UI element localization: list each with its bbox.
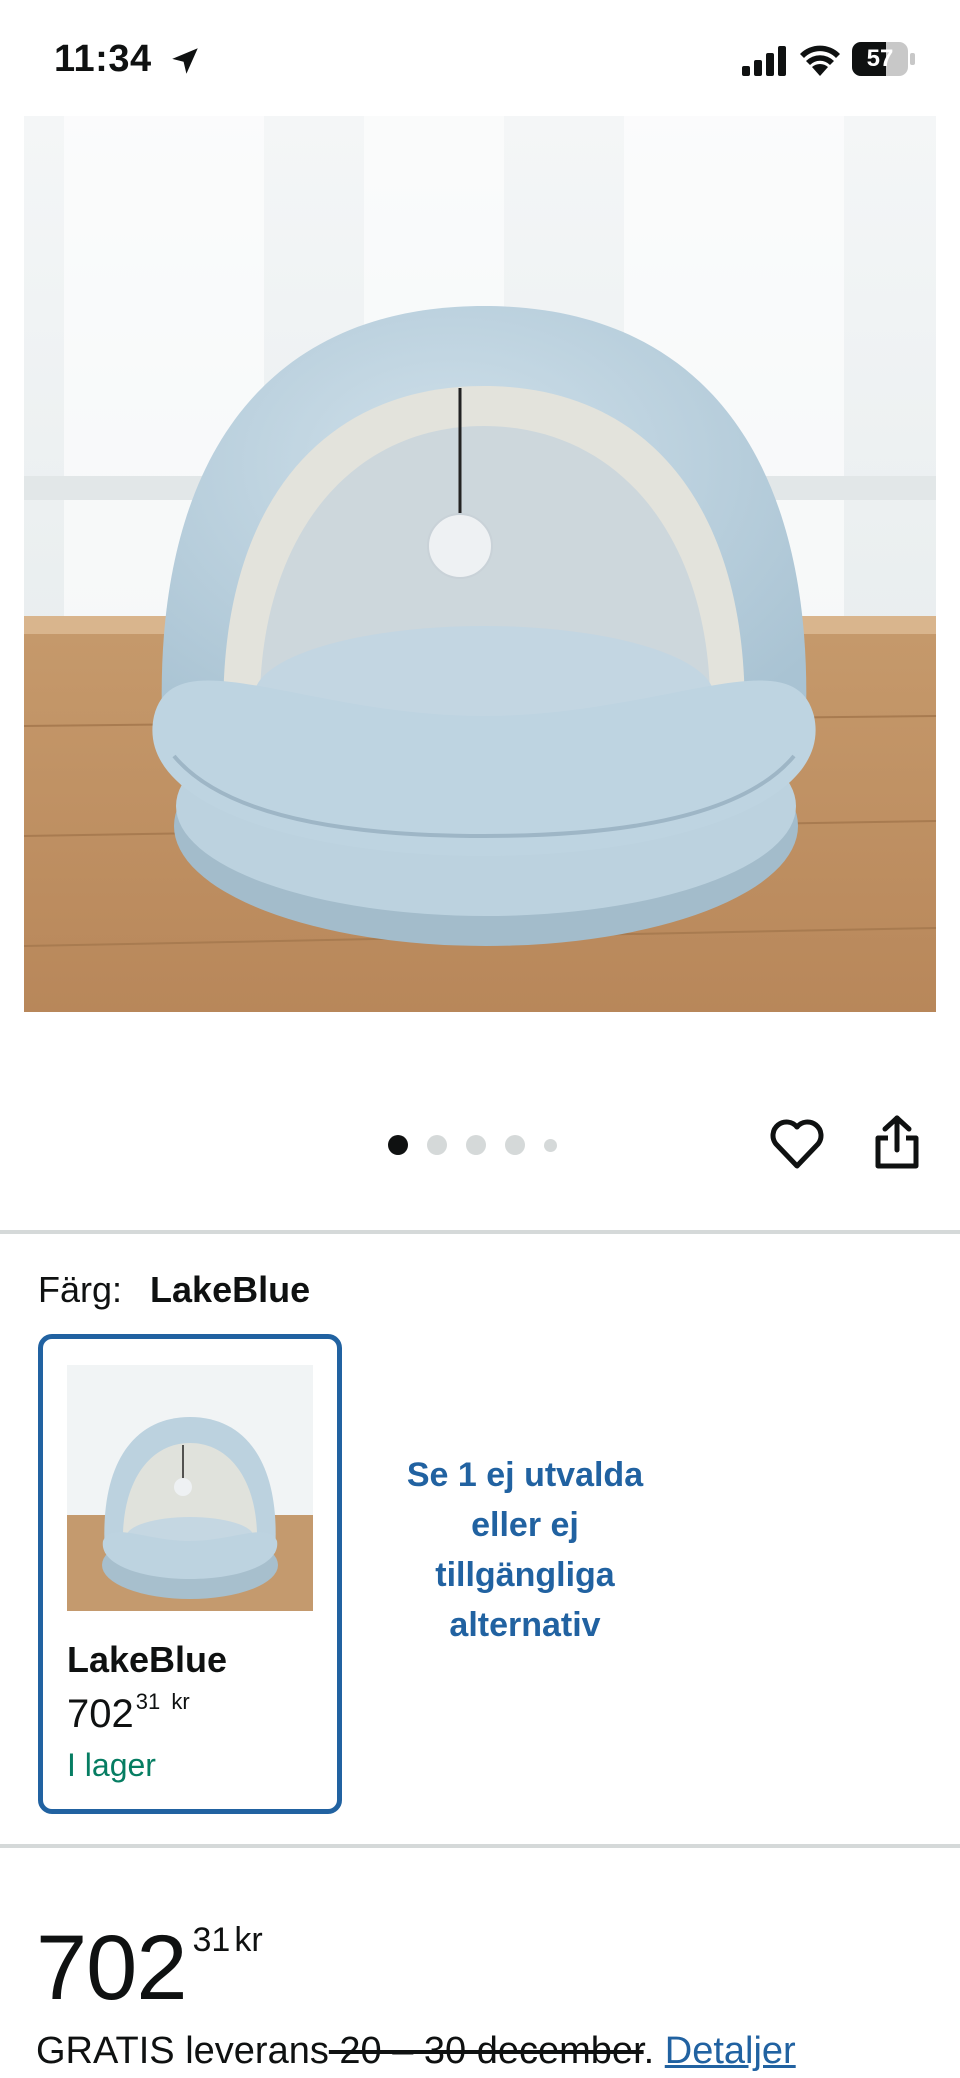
section-divider xyxy=(0,1230,960,1234)
variant-thumbnail xyxy=(67,1365,313,1611)
status-time: 11:34 xyxy=(54,38,152,80)
battery-level: 57 xyxy=(866,45,894,72)
cat-bed-photo xyxy=(24,116,936,1012)
section-divider xyxy=(0,1844,960,1848)
carousel-dot-1[interactable] xyxy=(388,1135,408,1155)
carousel-dot-4[interactable] xyxy=(505,1135,525,1155)
color-label: Färg: xyxy=(38,1269,123,1310)
variant-name: LakeBlue xyxy=(67,1639,228,1680)
signal-icon xyxy=(742,46,786,76)
color-value: LakeBlue xyxy=(150,1269,311,1310)
carousel-dot-5[interactable] xyxy=(544,1138,557,1152)
color-selection-row: Färg: LakeBlue xyxy=(38,1268,310,1312)
price-currency: kr xyxy=(234,1921,263,1959)
wifi-icon xyxy=(800,45,840,76)
variant-price: 70231 kr xyxy=(67,1689,190,1737)
delivery-info: GRATIS leverans 20 – 30 december. Detalj… xyxy=(36,2030,796,2073)
variant-stock-status: I lager xyxy=(67,1747,156,1783)
variant-card-lakeblue[interactable]: LakeBlue 70231 kr I lager xyxy=(38,1334,342,1814)
main-price: 702 31 kr xyxy=(36,1890,263,2018)
price-whole: 702 xyxy=(36,1917,187,2019)
delivery-dates: 20 – 30 december xyxy=(328,2030,644,2072)
share-icon[interactable] xyxy=(874,1114,920,1170)
delivery-prefix: GRATIS leverans xyxy=(36,2030,329,2072)
variant-price-cents: 31 xyxy=(135,1689,161,1714)
carousel-dot-2[interactable] xyxy=(427,1135,447,1155)
variant-price-whole: 702 xyxy=(67,1692,134,1736)
delivery-details-link[interactable]: Detaljer xyxy=(665,2030,796,2072)
variant-price-currency: kr xyxy=(171,1689,190,1714)
image-carousel-indicator[interactable] xyxy=(388,1130,557,1160)
delivery-suffix: . xyxy=(643,2030,665,2072)
price-cents: 31 xyxy=(192,1921,231,1959)
other-options-link[interactable]: Se 1 ej utvalda eller ej tillgängliga al… xyxy=(380,1450,670,1650)
carousel-dot-3[interactable] xyxy=(466,1135,486,1155)
product-image[interactable] xyxy=(24,116,936,1012)
status-bar: 11:34 57 xyxy=(0,0,960,116)
heart-icon[interactable] xyxy=(770,1118,824,1170)
location-arrow-icon xyxy=(172,48,198,74)
